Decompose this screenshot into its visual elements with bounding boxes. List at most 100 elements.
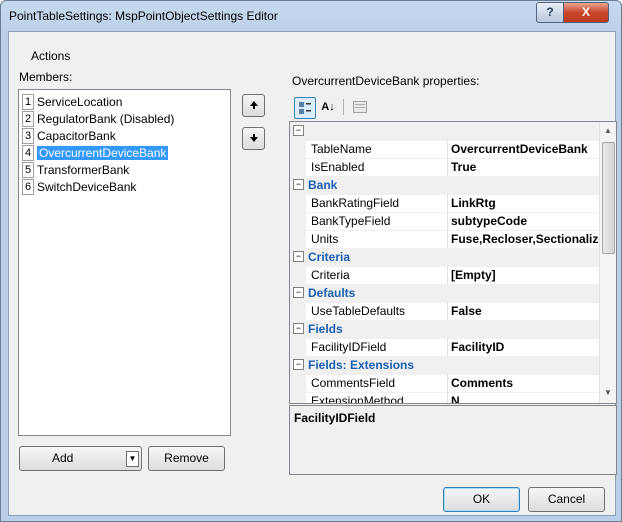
row-margin (290, 338, 306, 356)
property-row[interactable]: TableName OvercurrentDeviceBank (290, 140, 600, 159)
move-up-button[interactable] (242, 94, 265, 117)
scroll-down-icon[interactable]: ▼ (604, 388, 612, 397)
actions-label: Actions (31, 49, 71, 63)
collapse-icon[interactable]: − (293, 251, 304, 262)
scroll-up-icon[interactable]: ▲ (604, 126, 612, 135)
property-pages-icon (353, 101, 367, 113)
property-name: TableName (311, 142, 372, 156)
member-label: RegulatorBank (Disabled) (37, 112, 175, 126)
member-label: TransformerBank (37, 163, 130, 177)
column-divider[interactable] (447, 140, 448, 158)
column-divider[interactable] (447, 194, 448, 212)
column-divider[interactable] (447, 230, 448, 248)
property-name: Units (311, 232, 339, 246)
property-value[interactable]: subtypeCode (451, 214, 601, 228)
column-divider[interactable] (447, 266, 448, 284)
list-item[interactable]: 3 CapacitorBank (22, 128, 227, 144)
property-row[interactable]: UseTableDefaults False (290, 302, 600, 321)
scrollbar-thumb[interactable] (602, 142, 615, 254)
property-value[interactable]: True (451, 160, 601, 174)
property-pages-button[interactable] (350, 97, 370, 117)
collapse-icon[interactable]: − (293, 359, 304, 370)
column-divider[interactable] (447, 338, 448, 356)
property-value[interactable]: Fuse,Recloser,Sectionalizer (451, 232, 601, 246)
column-divider[interactable] (447, 374, 448, 392)
property-row[interactable]: Criteria [Empty] (290, 266, 600, 285)
member-label: ServiceLocation (37, 95, 123, 109)
property-name: BankRatingField (311, 196, 400, 210)
arrow-down-icon (249, 134, 258, 142)
dialog-client-area: Actions Members: 1 ServiceLocation 2 Regul… (8, 31, 617, 516)
row-margin (290, 194, 306, 212)
property-grid-toolbar: A↓ (290, 95, 616, 119)
row-margin (290, 392, 306, 403)
list-item[interactable]: 5 TransformerBank (22, 162, 227, 178)
property-name: UseTableDefaults (311, 304, 406, 318)
move-down-button[interactable] (242, 127, 265, 150)
add-button-label: Add (52, 451, 74, 465)
row-margin (290, 140, 306, 158)
property-row[interactable]: IsEnabled True (290, 158, 600, 177)
category-row[interactable]: − Bank (290, 176, 600, 195)
collapse-icon[interactable]: − (293, 323, 304, 334)
property-value[interactable]: [Empty] (451, 268, 601, 282)
row-margin (290, 302, 306, 320)
title-bar[interactable]: PointTableSettings: MspPointObjectSettin… (1, 1, 621, 31)
property-value[interactable]: OvercurrentDeviceBank (451, 142, 601, 156)
property-value[interactable]: LinkRtg (451, 196, 601, 210)
member-label: OvercurrentDeviceBank (37, 146, 169, 160)
property-grid[interactable]: − TableName OvercurrentDeviceBank IsEnab… (289, 121, 617, 404)
member-index: 5 (22, 162, 34, 178)
categorized-view-button[interactable] (294, 97, 316, 119)
property-value[interactable]: Comments (451, 376, 601, 390)
member-index: 3 (22, 128, 34, 144)
collapse-icon[interactable]: − (293, 179, 304, 190)
category-name: Criteria (308, 250, 351, 264)
row-margin (290, 266, 306, 284)
property-row[interactable]: BankRatingField LinkRtg (290, 194, 600, 213)
close-button[interactable]: X (563, 2, 609, 23)
collapse-icon[interactable]: − (293, 287, 304, 298)
property-row[interactable]: ExtensionMethod N (290, 392, 601, 404)
list-item-selected[interactable]: 4 OvercurrentDeviceBank (22, 145, 227, 161)
column-divider[interactable] (447, 302, 448, 320)
member-label: CapacitorBank (37, 129, 116, 143)
help-button[interactable]: ? (536, 2, 564, 23)
add-button[interactable]: Add ▼ (19, 446, 142, 471)
category-name: Defaults (308, 286, 356, 300)
properties-label: OvercurrentDeviceBank properties: (292, 74, 480, 88)
collapse-icon[interactable]: − (293, 125, 304, 136)
property-row[interactable]: FacilityIDField FacilityID (290, 338, 600, 357)
column-divider[interactable] (447, 392, 448, 403)
column-divider[interactable] (447, 212, 448, 230)
member-index: 6 (22, 179, 34, 195)
property-row[interactable]: BankTypeField subtypeCode (290, 212, 600, 231)
add-dropdown-button[interactable]: ▼ (126, 451, 139, 467)
property-value[interactable]: FacilityID (451, 340, 601, 354)
list-item[interactable]: 6 SwitchDeviceBank (22, 179, 227, 195)
property-value[interactable]: N (451, 394, 601, 403)
list-item[interactable]: 2 RegulatorBank (Disabled) (22, 111, 227, 127)
remove-button[interactable]: Remove (148, 446, 225, 471)
cancel-button[interactable]: Cancel (528, 487, 605, 512)
property-name: FacilityIDField (311, 340, 387, 354)
property-row[interactable]: Units Fuse,Recloser,Sectionalizer (290, 230, 601, 249)
chevron-down-icon: ▼ (128, 454, 137, 463)
description-title: FacilityIDField (294, 411, 376, 425)
category-row[interactable]: − Criteria (290, 248, 600, 267)
vertical-scrollbar[interactable]: ▲ ▼ (599, 122, 616, 403)
alphabetical-view-button[interactable]: A↓ (318, 97, 338, 117)
property-value[interactable]: False (451, 304, 601, 318)
property-name: ExtensionMethod (311, 394, 404, 404)
category-row[interactable]: − Fields: Extensions (290, 356, 600, 375)
row-margin (290, 158, 306, 176)
category-name: Fields (308, 322, 343, 336)
property-row[interactable]: CommentsField Comments (290, 374, 600, 393)
category-row[interactable]: − Fields (290, 320, 600, 339)
list-item[interactable]: 1 ServiceLocation (22, 94, 227, 110)
category-row[interactable]: − Defaults (290, 284, 600, 303)
column-divider[interactable] (447, 158, 448, 176)
ok-button[interactable]: OK (443, 487, 520, 512)
members-list[interactable]: 1 ServiceLocation 2 RegulatorBank (Disable… (18, 89, 231, 436)
category-row[interactable]: − (290, 122, 600, 141)
